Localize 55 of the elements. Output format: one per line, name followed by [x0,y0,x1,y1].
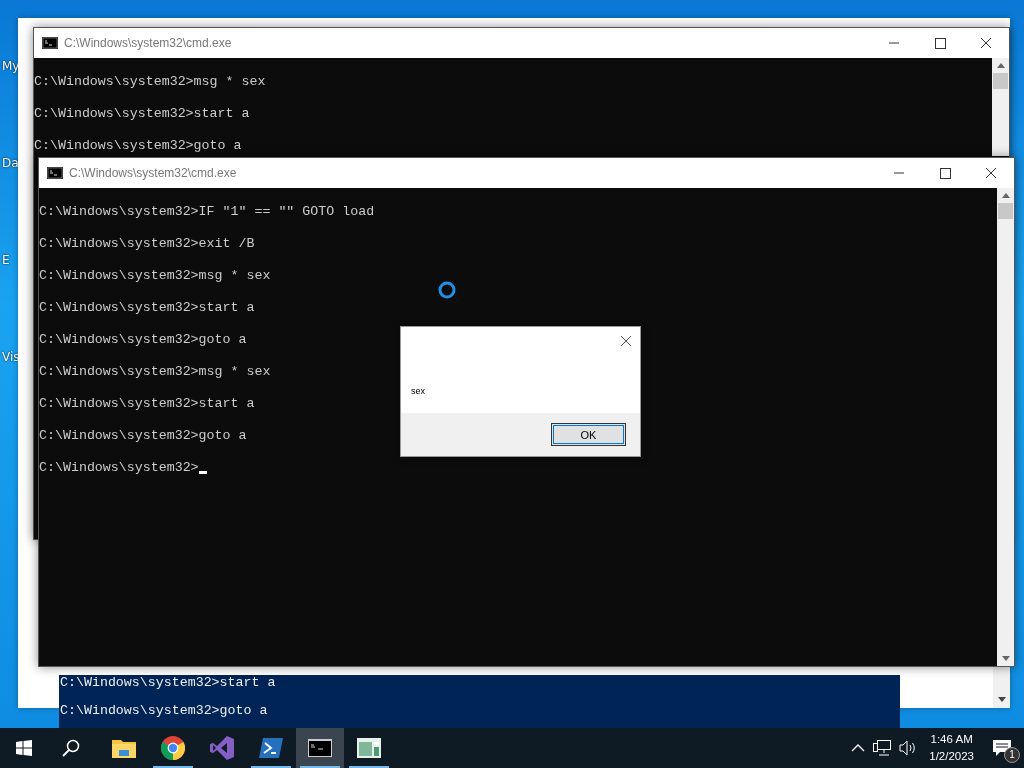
scrollbar-thumb[interactable] [993,73,1008,89]
loading-spinner-icon [438,281,456,299]
console-line: C:\Windows\system32>goto a [39,331,247,349]
scroll-down-arrow-icon[interactable] [1001,656,1010,661]
console-line: C:\Windows\system32> [39,452,207,484]
desktop-icon-label[interactable]: E [2,252,20,268]
console-line: C:\Windows\system32>goto a [39,427,247,445]
message-text: sex [411,386,425,396]
running-indicator [153,766,193,768]
scrollbar[interactable] [993,667,1010,708]
console-icon [308,739,332,757]
console-line: C:\Windows\system32>msg * sex [39,267,271,285]
clock-button[interactable]: 1:46 AM 1/2/2023 [929,731,974,765]
scrollbar[interactable] [992,58,1009,156]
console-icon [42,37,58,49]
console-line: C:\Windows\system32>exit /B [39,235,255,253]
console-line: C:\Windows\system32>IF "1" == "" GOTO load [39,203,375,221]
console-line: C:\Windows\system32>start a [59,676,277,690]
scroll-up-arrow-icon[interactable] [1001,193,1010,198]
window-panel-icon [357,738,381,758]
scroll-down-arrow-icon[interactable] [997,697,1006,702]
chevron-up-icon[interactable] [851,744,866,752]
console-line: C:\Windows\system32>msg * sex [39,363,271,381]
console-line: C:\Windows\system32>start a [34,105,250,123]
running-indicator [300,766,340,768]
search-icon[interactable] [62,739,80,757]
folder-icon [112,738,136,758]
console-line: C:\Windows\system32>start a [39,395,255,413]
taskbar-app-button[interactable] [296,728,344,768]
console-line: C:\Windows\system32>goto a [59,704,269,718]
desktop-icon-label[interactable]: Da [2,155,20,171]
console-line: C:\Windows\system32>start a [39,299,255,317]
scrollbar[interactable] [997,188,1014,666]
console-line: C:\Windows\system32>goto a [34,137,242,155]
browser-logo-icon [161,736,185,760]
running-indicator [251,766,291,768]
notification-count-badge: 1 [1004,747,1020,763]
speaker-icon[interactable] [899,740,918,756]
console-icon [47,167,63,179]
date-text: 1/2/2023 [929,749,974,764]
window-title: C:\Windows\system32\cmd.exe [69,166,237,180]
scroll-up-arrow-icon[interactable] [996,63,1005,68]
desktop-icon-label[interactable]: Vis [2,349,20,365]
time-text: 1:46 AM [930,732,973,747]
desktop-icon-label[interactable]: My [2,58,20,74]
infinity-logo-icon [210,736,234,760]
close-icon[interactable] [620,335,632,347]
ok-button[interactable]: OK [551,423,626,446]
prompt-icon [259,738,283,758]
console-line: C:\Windows\system32>msg * sex [34,73,266,91]
running-indicator [349,766,389,768]
network-icon[interactable] [873,740,892,756]
windows-logo-icon[interactable] [16,740,32,756]
scrollbar-thumb[interactable] [998,203,1013,219]
window-title: C:\Windows\system32\cmd.exe [64,36,232,50]
